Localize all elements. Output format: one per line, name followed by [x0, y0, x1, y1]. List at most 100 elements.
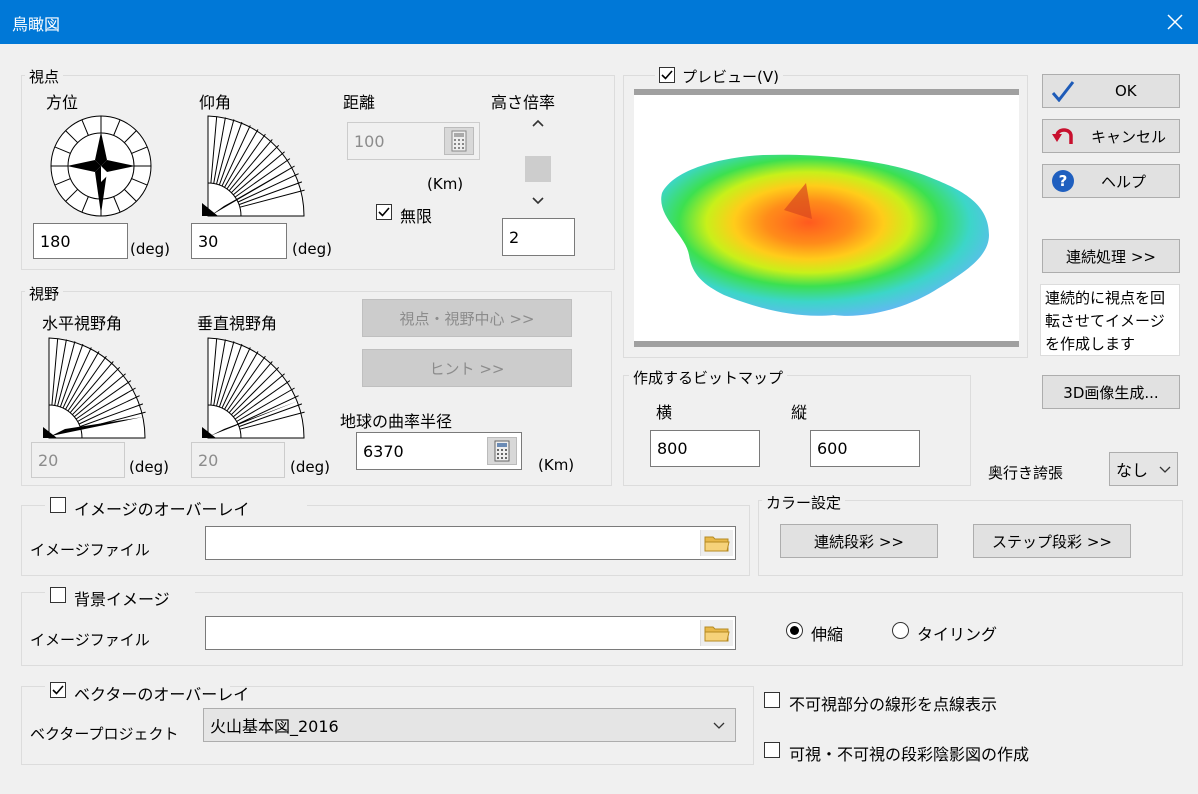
scroll-up-icon[interactable]: [532, 118, 544, 128]
image-overlay-checkbox[interactable]: [50, 497, 66, 513]
image-overlay-file-label: イメージファイル: [30, 541, 150, 559]
preview-checkbox[interactable]: [659, 67, 675, 83]
continuous-color-button[interactable]: 連続段彩 >>: [780, 524, 938, 558]
radio-selected-dot: [790, 626, 799, 635]
bitmap-height-input[interactable]: 600: [810, 430, 920, 467]
vertical-fov-value: 20: [198, 450, 219, 470]
scroll-down-icon[interactable]: [532, 196, 544, 206]
ok-button[interactable]: OK: [1042, 74, 1180, 108]
bitmap-width-input[interactable]: 800: [650, 430, 760, 467]
vector-project-select[interactable]: 火山基本図_2016: [203, 708, 736, 742]
check-mark-icon: [661, 70, 673, 80]
infinite-checkbox[interactable]: [376, 204, 392, 220]
earth-radius-calculator-button[interactable]: [487, 437, 517, 465]
vertical-fov-label: 垂直視野角: [197, 314, 278, 333]
undo-arrow-icon: [1052, 128, 1073, 144]
shade-map-label: 可視・不可視の段彩陰影図の作成: [789, 745, 1030, 764]
bitmap-width-label: 横: [656, 403, 673, 422]
horizontal-fov-dial[interactable]: [31, 337, 146, 441]
horizontal-fov-deg-unit: (deg): [129, 458, 169, 476]
cancel-button[interactable]: キャンセル: [1042, 119, 1180, 153]
dotted-line-label: 不可視部分の線形を点線表示: [789, 695, 998, 714]
bitmap-height-value: 600: [817, 439, 848, 458]
stretch-label: 伸縮: [811, 625, 844, 644]
vector-overlay-label: ベクターのオーバーレイ: [74, 685, 250, 704]
height-scale-input[interactable]: 2: [502, 218, 575, 256]
check-mark-icon: [52, 685, 64, 695]
depth-exaggeration-select[interactable]: なし: [1109, 452, 1178, 486]
depth-exaggeration-label: 奥行き誇張: [988, 464, 1064, 482]
azimuth-input[interactable]: 180: [33, 223, 128, 259]
horizontal-fov-input[interactable]: 20: [31, 442, 125, 478]
elevation-dial[interactable]: [190, 115, 305, 219]
depth-exaggeration-value: なし: [1116, 461, 1149, 480]
svg-text:?: ?: [1059, 172, 1068, 190]
earth-radius-km-unit: (Km): [538, 456, 575, 474]
vertical-fov-dial[interactable]: [190, 337, 305, 441]
color-settings-label: カラー設定: [762, 492, 846, 513]
tiling-radio[interactable]: [892, 622, 909, 639]
scroll-thumb[interactable]: [525, 156, 551, 182]
distance-km-unit: (Km): [427, 175, 464, 193]
generate-3d-button[interactable]: 3D画像生成...: [1042, 375, 1180, 409]
elevation-input[interactable]: 30: [191, 223, 287, 259]
close-button[interactable]: [1152, 0, 1198, 44]
azimuth-compass-dial[interactable]: [49, 114, 153, 218]
dotted-line-checkbox[interactable]: [764, 692, 780, 708]
terrain-preview-image: [661, 154, 989, 316]
viewpoint-group-label: 視点: [25, 66, 64, 87]
folder-icon: [704, 536, 730, 552]
background-image-label: 背景イメージ: [74, 590, 170, 609]
vertical-fov-deg-unit: (deg): [290, 458, 330, 476]
shade-map-checkbox[interactable]: [764, 742, 780, 758]
cancel-label: キャンセル: [1091, 127, 1167, 146]
background-image-checkbox[interactable]: [50, 587, 66, 603]
help-label: ヘルプ: [1101, 172, 1147, 191]
elevation-value: 30: [198, 231, 219, 251]
preview-image-area: [634, 89, 1019, 347]
preview-label: プレビュー(V): [682, 68, 779, 86]
chevron-down-icon: [713, 722, 725, 729]
bitmap-group-label: 作成するビットマップ: [629, 367, 788, 388]
height-scale-scrollbar[interactable]: [522, 110, 554, 214]
step-color-button[interactable]: ステップ段彩 >>: [973, 524, 1131, 558]
earth-radius-value: 6370: [363, 441, 404, 461]
image-overlay-browse-button[interactable]: [700, 530, 733, 556]
background-file-input[interactable]: [205, 616, 736, 650]
background-browse-button[interactable]: [700, 620, 733, 646]
azimuth-value: 180: [40, 231, 71, 251]
elevation-deg-unit: (deg): [292, 240, 332, 258]
distance-label: 距離: [343, 93, 376, 112]
fov-group-label: 視野: [25, 283, 64, 304]
image-overlay-file-input[interactable]: [205, 526, 736, 560]
calculator-icon: [494, 440, 510, 462]
image-overlay-label: イメージのオーバーレイ: [74, 500, 250, 519]
distance-value: 100: [354, 131, 385, 151]
calculator-icon: [451, 130, 467, 152]
hint-button[interactable]: ヒント >>: [362, 349, 572, 387]
stretch-radio[interactable]: [786, 622, 803, 639]
continuous-process-button[interactable]: 連続処理 >>: [1042, 239, 1180, 273]
vector-project-value: 火山基本図_2016: [210, 717, 339, 736]
viewpoint-center-button[interactable]: 視点・視野中心 >>: [362, 299, 572, 337]
window-title: 鳥瞰図: [12, 15, 61, 34]
distance-calculator-button[interactable]: [444, 127, 474, 155]
chevron-down-icon: [1159, 466, 1171, 473]
close-icon: [1167, 14, 1183, 30]
earth-radius-label: 地球の曲率半径: [340, 412, 453, 431]
check-mark-icon: [378, 207, 390, 217]
infinite-label: 無限: [400, 207, 433, 226]
vector-project-label: ベクタープロジェクト: [30, 725, 179, 743]
help-icon: ?: [1052, 170, 1074, 192]
checkmark-icon: [1051, 81, 1075, 102]
tiling-label: タイリング: [917, 625, 998, 644]
help-button[interactable]: ? ヘルプ: [1042, 164, 1180, 198]
azimuth-deg-unit: (deg): [130, 240, 170, 258]
vertical-fov-input[interactable]: 20: [191, 442, 285, 478]
continuous-description: 連続的に視点を回転させてイメージを作成します: [1040, 284, 1180, 356]
ok-label: OK: [1115, 82, 1137, 100]
vector-overlay-checkbox[interactable]: [50, 682, 66, 698]
title-bar: 鳥瞰図: [0, 0, 1198, 44]
horizontal-fov-label: 水平視野角: [42, 314, 123, 333]
folder-icon: [704, 626, 730, 642]
